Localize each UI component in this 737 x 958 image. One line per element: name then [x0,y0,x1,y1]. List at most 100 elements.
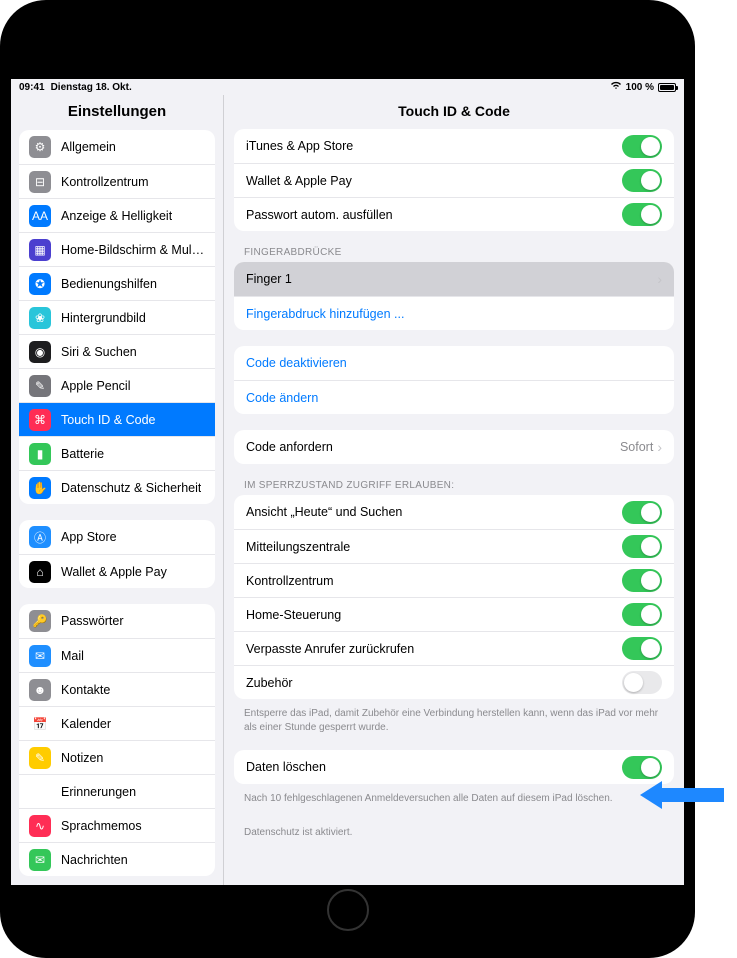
sidebar-item-icon: ✉ [29,849,51,871]
code-action-row[interactable]: Code deaktivieren [234,346,674,380]
sidebar-item[interactable]: ⒶApp Store [19,520,215,554]
screen: 09:41 Dienstag 18. Okt. 100 % Einstellun… [11,79,684,885]
sidebar-item-label: Apple Pencil [61,379,131,393]
sidebar-item-icon: ☑ [29,781,51,803]
touchid-use-row[interactable]: Passwort autom. ausfüllen [234,197,674,231]
erase-footer-1: Nach 10 fehlgeschlagenen Anmeldeversuche… [234,788,674,806]
detail-title: Touch ID & Code [224,95,684,129]
sidebar-item[interactable]: ✪Bedienungshilfen [19,266,215,300]
code-action-row[interactable]: Code ändern [234,380,674,414]
sidebar-item[interactable]: 🔑Passwörter [19,604,215,638]
sidebar-item-label: Sprachmemos [61,819,142,833]
sidebar-item-label: Touch ID & Code [61,413,156,427]
require-code-value: Sofort [620,440,653,454]
lock-access-row[interactable]: Ansicht „Heute“ und Suchen [234,495,674,529]
sidebar-item-label: Anzeige & Helligkeit [61,209,172,223]
sidebar-group: ⒶApp Store ⌂ Wallet & Apple Pay [19,520,215,588]
lock-access-label: Home-Steuerung [246,608,341,622]
touchid-use-toggle[interactable] [622,135,662,158]
sidebar-scroll[interactable]: ⚙Allgemein⊟Kontrollzentrum AA Anzeige & He… [11,130,223,885]
sidebar-item-label: Mail [61,649,84,663]
chevron-right-icon: › [657,271,662,287]
sidebar-item-label: Home-Bildschirm & Multi... [61,243,205,257]
sidebar-item[interactable]: ⌘ Touch ID & Code [19,402,215,436]
sidebar-item[interactable]: ✋Datenschutz & Sicherheit [19,470,215,504]
touchid-use-row[interactable]: Wallet & Apple Pay [234,163,674,197]
lock-access-toggle[interactable] [622,603,662,626]
sidebar-item-icon: ✎ [29,747,51,769]
lock-access-row[interactable]: Verpasste Anrufer zurückrufen [234,631,674,665]
status-date: Dienstag 18. Okt. [51,82,132,93]
require-code-row[interactable]: Code anfordern Sofort › [234,430,674,464]
sidebar-item[interactable]: ☻ Kontakte [19,672,215,706]
lock-access-toggle[interactable] [622,569,662,592]
touchid-use-toggle[interactable] [622,169,662,192]
sidebar-item-icon: ✎ [29,375,51,397]
erase-data-row[interactable]: Daten löschen [234,750,674,784]
sidebar-item[interactable]: AA Anzeige & Helligkeit [19,198,215,232]
sidebar-item-label: Batterie [61,447,104,461]
group-touchid-uses: iTunes & App StoreWallet & Apple Pay Pass… [234,129,674,231]
group-require-code: Code anfordern Sofort › [234,430,674,464]
sidebar-item-label: Erinnerungen [61,785,136,799]
touchid-use-row[interactable]: iTunes & App Store [234,129,674,163]
lock-access-label: Zubehör [246,676,293,690]
add-fingerprint-row[interactable]: Fingerabdruck hinzufügen ... [234,296,674,330]
battery-percent: 100 % [626,82,654,93]
sidebar-item[interactable]: ✉Nachrichten [19,842,215,876]
sidebar-item[interactable]: ✉Mail [19,638,215,672]
sidebar-item[interactable]: ⚙Allgemein [19,130,215,164]
row-label: Fingerabdruck hinzufügen ... [246,307,404,321]
touchid-use-toggle[interactable] [622,203,662,226]
sidebar-item-label: Siri & Suchen [61,345,137,359]
detail-scroll[interactable]: iTunes & App StoreWallet & Apple Pay Pass… [224,129,684,885]
lock-access-row[interactable]: Zubehör [234,665,674,699]
lock-access-toggle[interactable] [622,637,662,660]
sidebar-item-icon: 📅 [29,713,51,735]
sidebar-item[interactable]: ❀Hintergrundbild [19,300,215,334]
erase-footer-2: Datenschutz ist aktiviert. [234,822,674,840]
sidebar-item[interactable]: ⌂ Wallet & Apple Pay [19,554,215,588]
sidebar-item-icon: ✋ [29,477,51,499]
lock-access-row[interactable]: Mitteilungszentrale [234,529,674,563]
sidebar-item-label: Wallet & Apple Pay [61,565,167,579]
code-action-label: Code ändern [246,391,318,405]
sidebar-item-label: Notizen [61,751,103,765]
sidebar-item[interactable]: ⊟Kontrollzentrum [19,164,215,198]
fingerprint-row[interactable]: Finger 1 › [234,262,674,296]
sidebar-item-icon: ⚙ [29,136,51,158]
sidebar-item-label: App Store [61,530,117,544]
lock-access-toggle[interactable] [622,671,662,694]
sidebar-item[interactable]: 📅 Kalender [19,706,215,740]
lock-access-label: Kontrollzentrum [246,574,334,588]
lock-access-label: Verpasste Anrufer zurückrufen [246,642,414,656]
lock-access-footer: Entsperre das iPad, damit Zubehör eine V… [234,703,674,734]
require-code-label: Code anfordern [246,440,333,454]
sidebar-item[interactable]: ▮Batterie [19,436,215,470]
group-erase-data: Daten löschen [234,750,674,784]
lock-access-toggle[interactable] [622,501,662,524]
sidebar-item-icon: ⌂ [29,561,51,583]
touchid-use-label: Passwort autom. ausfüllen [246,208,393,222]
home-button[interactable] [327,889,369,931]
sidebar-item[interactable]: ✎ Notizen [19,740,215,774]
sidebar-item-label: Kontakte [61,683,110,697]
sidebar-item-label: Kalender [61,717,111,731]
sidebar-item-icon: ❀ [29,307,51,329]
sidebar-item[interactable]: ✎ Apple Pencil [19,368,215,402]
lock-access-row[interactable]: Home-Steuerung [234,597,674,631]
sidebar-item-icon: ☻ [29,679,51,701]
lock-access-toggle[interactable] [622,535,662,558]
sidebar-item-icon: ∿ [29,815,51,837]
sidebar-item-label: Bedienungshilfen [61,277,157,291]
sidebar-item[interactable]: ▦Home-Bildschirm & Multi... [19,232,215,266]
sidebar-group: ⚙Allgemein⊟Kontrollzentrum AA Anzeige & He… [19,130,215,504]
sidebar-item[interactable]: ◉Siri & Suchen [19,334,215,368]
annotation-arrow [636,775,726,815]
sidebar-item-icon: AA [29,205,51,227]
lock-access-row[interactable]: Kontrollzentrum [234,563,674,597]
sidebar-item[interactable]: ☑ Erinnerungen [19,774,215,808]
sidebar-item-icon: ⌘ [29,409,51,431]
row-label: Finger 1 [246,272,292,286]
sidebar-item[interactable]: ∿ Sprachmemos [19,808,215,842]
